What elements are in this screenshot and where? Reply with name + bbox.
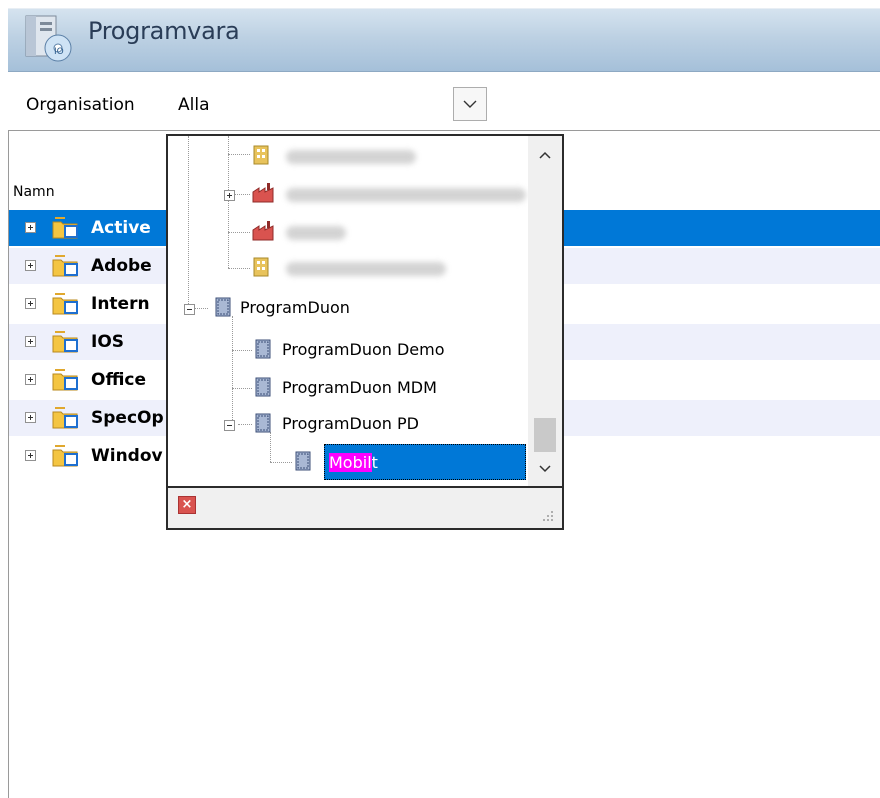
collapse-icon[interactable] [224,420,235,431]
expand-icon[interactable] [25,412,36,423]
tree-item-selected[interactable]: Mobilt [324,444,526,480]
tree-item-blurred[interactable] [168,176,528,212]
row-label: Active [91,218,151,238]
organisation-tree-popup: ProgramDuon ProgramDuon Demo ProgramDuon… [166,134,564,530]
tree-item-label: ProgramDuon PD [282,414,419,433]
tree-item-label: ProgramDuon [240,298,350,317]
shared-folder-icon [52,217,78,239]
row-label: Intern [91,294,150,314]
tree-item-blurred[interactable] [168,250,528,286]
tree-item-label: Mobilt [329,453,378,472]
chevron-down-icon [539,465,551,473]
expand-icon[interactable] [25,374,36,385]
building-icon [253,145,269,165]
expand-icon[interactable] [25,298,36,309]
close-icon[interactable]: × [178,496,196,514]
office-building-icon [255,413,271,433]
shared-folder-icon [52,407,78,429]
office-building-icon [295,451,311,471]
scroll-thumb[interactable] [534,418,556,452]
tree-item-programduon[interactable]: ProgramDuon [168,290,528,326]
expand-icon[interactable] [25,450,36,461]
row-label: Adobe [91,256,152,276]
organisation-tree: ProgramDuon ProgramDuon Demo ProgramDuon… [168,136,562,486]
office-building-icon [255,339,271,359]
expand-icon[interactable] [25,260,36,271]
office-building-icon [255,377,271,397]
svg-text:IO: IO [54,47,64,57]
tree-item-blurred[interactable] [168,138,528,174]
tree-item-blurred[interactable] [168,214,528,250]
chevron-up-icon [539,151,551,159]
tree-item-label: ProgramDuon Demo [282,340,445,359]
tree-item-programduon-mdm[interactable]: ProgramDuon MDM [168,370,528,406]
expand-icon[interactable] [25,336,36,347]
factory-icon [252,221,274,241]
expand-icon[interactable] [224,190,235,201]
row-label: SpecOp [91,408,164,428]
shared-folder-icon [52,293,78,315]
tree-item-label: ProgramDuon MDM [282,378,437,397]
shared-folder-icon [52,255,78,277]
software-box-icon: IO [25,15,72,62]
shared-folder-icon [52,445,78,467]
organisation-label: Organisation [26,95,135,115]
scroll-down-button[interactable] [534,458,556,480]
expand-icon[interactable] [25,222,36,233]
page-title: Programvara [88,17,240,45]
organisation-value[interactable]: Alla [178,95,210,115]
organisation-dropdown-button[interactable] [453,87,487,121]
row-label: Windov [91,446,163,466]
tree-scrollbar[interactable] [528,136,562,486]
label-remainder: t [371,453,378,472]
shared-folder-icon [52,369,78,391]
row-label: IOS [91,332,125,352]
shared-folder-icon [52,331,78,353]
popup-footer: × [168,486,562,528]
collapse-icon[interactable] [184,304,195,315]
factory-icon [252,183,274,203]
tree-item-programduon-pd[interactable]: ProgramDuon PD [168,406,528,442]
office-building-icon [215,297,231,317]
chevron-down-icon [463,100,477,108]
search-highlight: Mobil [329,453,372,472]
column-header-name[interactable]: Namn [13,184,55,200]
building-icon [253,257,269,277]
scroll-up-button[interactable] [534,144,556,166]
row-label: Office [91,370,147,390]
tree-item-programduon-demo[interactable]: ProgramDuon Demo [168,332,528,368]
resize-grip-icon[interactable] [542,510,554,522]
